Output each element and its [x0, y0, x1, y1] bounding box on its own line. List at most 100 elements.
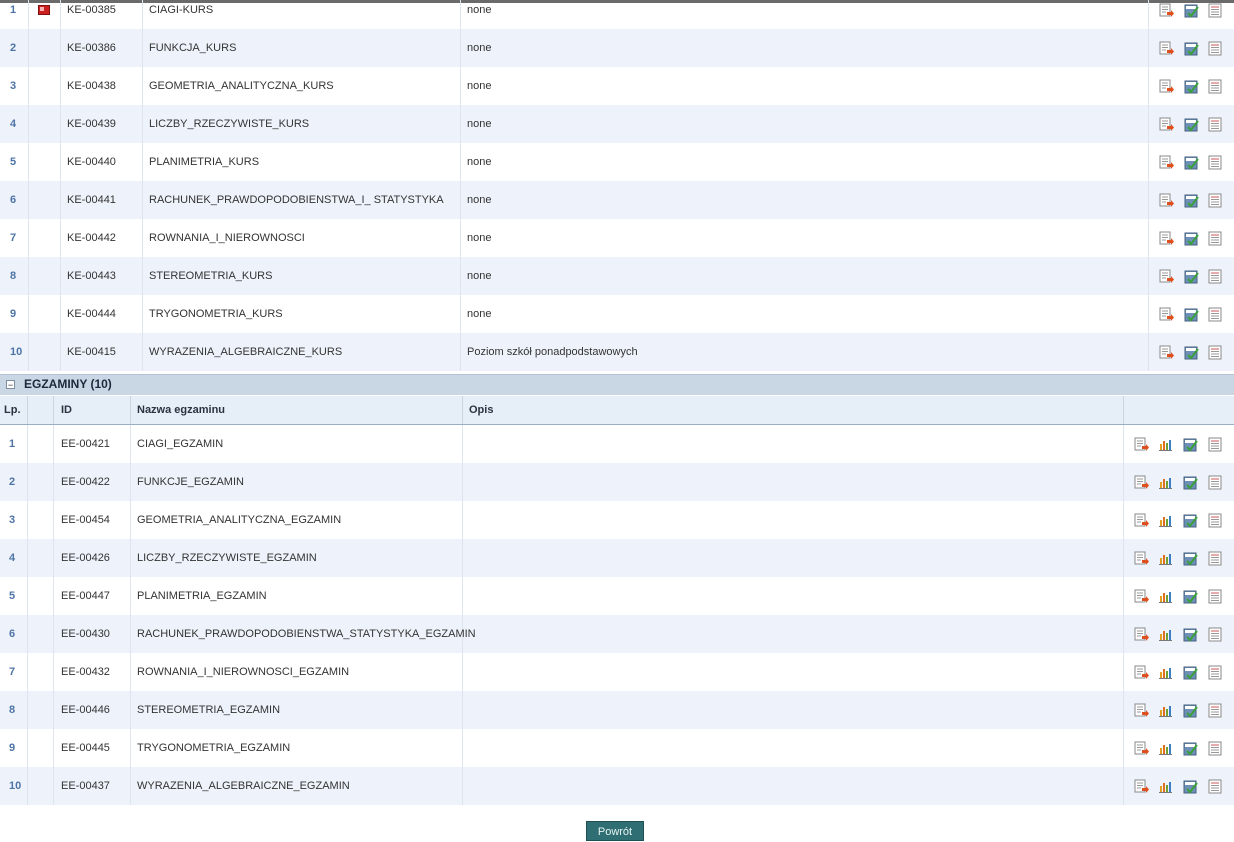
list-icon[interactable]: [1208, 437, 1223, 452]
table-row[interactable]: 3 EE-00454 GEOMETRIA_ANALITYCZNA_EGZAMIN: [0, 501, 1234, 539]
export-icon[interactable]: [1159, 3, 1174, 18]
table-row[interactable]: 1 KE-00385 CIAGI-KURS none: [0, 0, 1234, 29]
exam-name[interactable]: WYRAZENIA_ALGEBRAICZNE_EGZAMIN: [137, 767, 350, 805]
list-icon[interactable]: [1208, 589, 1223, 604]
edit-icon[interactable]: [1184, 231, 1199, 246]
stats-icon[interactable]: [1158, 513, 1173, 528]
stats-icon[interactable]: [1158, 437, 1173, 452]
exam-name[interactable]: TRYGONOMETRIA_EGZAMIN: [137, 729, 290, 767]
list-icon[interactable]: [1208, 345, 1223, 360]
edit-icon[interactable]: [1184, 79, 1199, 94]
exam-name[interactable]: CIAGI_EGZAMIN: [137, 425, 223, 463]
table-row[interactable]: 10 KE-00415 WYRAZENIA_ALGEBRAICZNE_KURS Poz…: [0, 333, 1234, 371]
edit-icon[interactable]: [1183, 703, 1198, 718]
table-row[interactable]: 5 EE-00447 PLANIMETRIA_EGZAMIN: [0, 577, 1234, 615]
list-icon[interactable]: [1208, 231, 1223, 246]
export-icon[interactable]: [1159, 41, 1174, 56]
exam-name[interactable]: GEOMETRIA_ANALITYCZNA_EGZAMIN: [137, 501, 341, 539]
table-row[interactable]: 3 KE-00438 GEOMETRIA_ANALITYCZNA_KURS none: [0, 67, 1234, 105]
course-name[interactable]: LICZBY_RZECZYWISTE_KURS: [149, 105, 309, 143]
list-icon[interactable]: [1208, 551, 1223, 566]
course-name[interactable]: FUNKCJA_KURS: [149, 29, 236, 67]
export-icon[interactable]: [1159, 117, 1174, 132]
list-icon[interactable]: [1208, 665, 1223, 680]
table-row[interactable]: 8 KE-00443 STEREOMETRIA_KURS none: [0, 257, 1234, 295]
edit-icon[interactable]: [1184, 3, 1199, 18]
table-row[interactable]: 2 EE-00422 FUNKCJE_EGZAMIN: [0, 463, 1234, 501]
collapse-toggle-icon[interactable]: −: [6, 380, 15, 390]
edit-icon[interactable]: [1183, 513, 1198, 528]
export-icon[interactable]: [1134, 741, 1149, 756]
edit-icon[interactable]: [1183, 627, 1198, 642]
table-row[interactable]: 4 KE-00439 LICZBY_RZECZYWISTE_KURS none: [0, 105, 1234, 143]
edit-icon[interactable]: [1183, 475, 1198, 490]
edit-icon[interactable]: [1184, 269, 1199, 284]
export-icon[interactable]: [1159, 231, 1174, 246]
stats-icon[interactable]: [1158, 589, 1173, 604]
course-name[interactable]: ROWNANIA_I_NIEROWNOSCI: [149, 219, 305, 257]
edit-icon[interactable]: [1183, 437, 1198, 452]
export-icon[interactable]: [1134, 779, 1149, 794]
edit-icon[interactable]: [1184, 193, 1199, 208]
course-name[interactable]: STEREOMETRIA_KURS: [149, 257, 272, 295]
list-icon[interactable]: [1208, 627, 1223, 642]
stats-icon[interactable]: [1158, 627, 1173, 642]
col-header-name[interactable]: Nazwa egzaminu: [137, 396, 225, 424]
course-name[interactable]: CIAGI-KURS: [149, 0, 213, 29]
stats-icon[interactable]: [1158, 551, 1173, 566]
exam-name[interactable]: PLANIMETRIA_EGZAMIN: [137, 577, 267, 615]
exams-section-header[interactable]: − EGZAMINY (10): [0, 374, 1234, 395]
export-icon[interactable]: [1159, 345, 1174, 360]
table-row[interactable]: 4 EE-00426 LICZBY_RZECZYWISTE_EGZAMIN: [0, 539, 1234, 577]
table-row[interactable]: 2 KE-00386 FUNKCJA_KURS none: [0, 29, 1234, 67]
edit-icon[interactable]: [1184, 41, 1199, 56]
export-icon[interactable]: [1134, 551, 1149, 566]
table-row[interactable]: 9 EE-00445 TRYGONOMETRIA_EGZAMIN: [0, 729, 1234, 767]
exam-name[interactable]: ROWNANIA_I_NIEROWNOSCI_EGZAMIN: [137, 653, 349, 691]
export-icon[interactable]: [1134, 589, 1149, 604]
table-row[interactable]: 6 EE-00430 RACHUNEK_PRAWDOPODOBIENSTWA_STA…: [0, 615, 1234, 653]
export-icon[interactable]: [1134, 437, 1149, 452]
export-icon[interactable]: [1159, 193, 1174, 208]
list-icon[interactable]: [1208, 193, 1223, 208]
col-header-lp[interactable]: Lp.: [4, 396, 21, 424]
edit-icon[interactable]: [1183, 551, 1198, 566]
stats-icon[interactable]: [1158, 475, 1173, 490]
col-header-desc[interactable]: Opis: [469, 396, 493, 424]
col-header-id[interactable]: ID: [61, 396, 72, 424]
edit-icon[interactable]: [1183, 665, 1198, 680]
table-row[interactable]: 8 EE-00446 STEREOMETRIA_EGZAMIN: [0, 691, 1234, 729]
export-icon[interactable]: [1159, 269, 1174, 284]
edit-icon[interactable]: [1183, 589, 1198, 604]
stats-icon[interactable]: [1158, 779, 1173, 794]
list-icon[interactable]: [1208, 741, 1223, 756]
course-name[interactable]: WYRAZENIA_ALGEBRAICZNE_KURS: [149, 333, 342, 371]
list-icon[interactable]: [1208, 703, 1223, 718]
list-icon[interactable]: [1208, 779, 1223, 794]
edit-icon[interactable]: [1184, 117, 1199, 132]
table-row[interactable]: 5 KE-00440 PLANIMETRIA_KURS none: [0, 143, 1234, 181]
table-row[interactable]: 10 EE-00437 WYRAZENIA_ALGEBRAICZNE_EGZAMIN: [0, 767, 1234, 805]
export-icon[interactable]: [1134, 665, 1149, 680]
table-row[interactable]: 6 KE-00441 RACHUNEK_PRAWDOPODOBIENSTWA_I_ …: [0, 181, 1234, 219]
list-icon[interactable]: [1208, 3, 1223, 18]
exam-name[interactable]: FUNKCJE_EGZAMIN: [137, 463, 244, 501]
list-icon[interactable]: [1208, 117, 1223, 132]
course-name[interactable]: PLANIMETRIA_KURS: [149, 143, 259, 181]
edit-icon[interactable]: [1184, 155, 1199, 170]
course-name[interactable]: RACHUNEK_PRAWDOPODOBIENSTWA_I_ STATYSTYK…: [149, 181, 444, 219]
export-icon[interactable]: [1159, 155, 1174, 170]
edit-icon[interactable]: [1184, 307, 1199, 322]
table-row[interactable]: 7 EE-00432 ROWNANIA_I_NIEROWNOSCI_EGZAMIN: [0, 653, 1234, 691]
export-icon[interactable]: [1159, 79, 1174, 94]
exam-name[interactable]: RACHUNEK_PRAWDOPODOBIENSTWA_STATYSTYKA_E…: [137, 615, 476, 653]
stats-icon[interactable]: [1158, 703, 1173, 718]
exam-name[interactable]: STEREOMETRIA_EGZAMIN: [137, 691, 280, 729]
edit-icon[interactable]: [1183, 741, 1198, 756]
export-icon[interactable]: [1134, 475, 1149, 490]
list-icon[interactable]: [1208, 475, 1223, 490]
list-icon[interactable]: [1208, 269, 1223, 284]
export-icon[interactable]: [1134, 627, 1149, 642]
edit-icon[interactable]: [1183, 779, 1198, 794]
list-icon[interactable]: [1208, 155, 1223, 170]
